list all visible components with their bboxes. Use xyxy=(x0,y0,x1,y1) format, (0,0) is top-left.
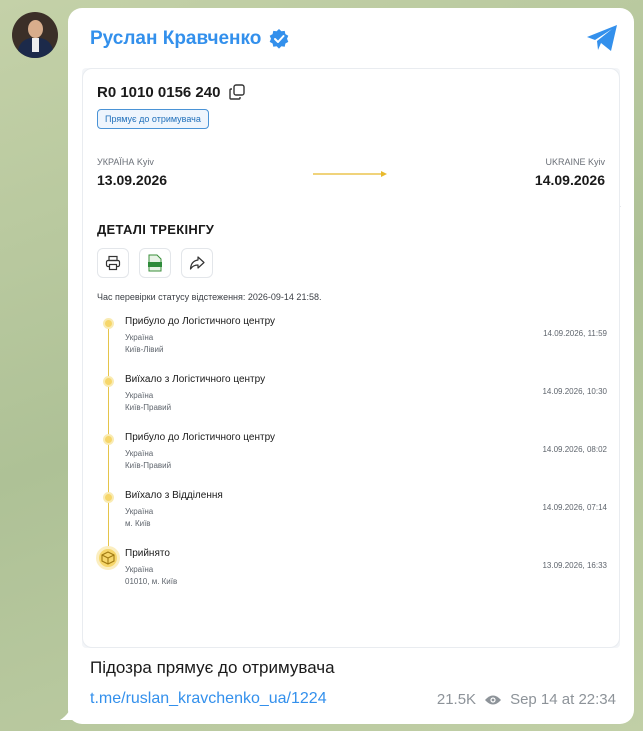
timeline-dot xyxy=(103,434,114,445)
event-country: Україна xyxy=(125,449,154,458)
timeline-dot xyxy=(103,318,114,329)
telegram-share-icon[interactable] xyxy=(586,24,618,52)
timeline-event: Виїхало з Логістичного центру Україна Ки… xyxy=(83,369,621,427)
event-country: Україна xyxy=(125,391,154,400)
event-status: Виїхало з Відділення xyxy=(125,490,223,501)
csv-file-icon xyxy=(148,254,162,272)
timeline-event: Прийнято Україна 01010, м. Київ 13.09.20… xyxy=(83,543,621,601)
timeline-event: Прибуло до Логістичного центру Україна К… xyxy=(83,311,621,369)
event-time: 14.09.2026, 10:30 xyxy=(542,387,607,396)
origin-country: УКРАЇНА Kyiv xyxy=(97,157,154,167)
eye-icon xyxy=(485,695,502,704)
post-link[interactable]: t.me/ruslan_kravchenko_ua/1224 xyxy=(90,690,327,708)
author-avatar[interactable] xyxy=(12,12,58,58)
event-country: Україна xyxy=(125,333,154,342)
event-status: Прийнято xyxy=(125,548,170,559)
event-time: 13.09.2026, 16:33 xyxy=(542,561,607,570)
event-status: Виїхало з Логістичного центру xyxy=(125,374,266,385)
destination-country: UKRAINE Kyiv xyxy=(545,157,605,167)
status-badge: Прямує до отримувача xyxy=(97,109,209,129)
tracking-details-panel: ДЕТАЛІ ТРЕКІНГУ Час перевірки статусу ві… xyxy=(82,206,620,648)
post-date: Sep 14 at 22:34 xyxy=(510,691,616,708)
print-button[interactable] xyxy=(97,248,129,278)
event-status: Прибуло до Логістичного центру xyxy=(125,316,276,327)
event-country: Україна xyxy=(125,507,154,516)
event-country: Україна xyxy=(125,565,154,574)
csv-export-button[interactable] xyxy=(139,248,171,278)
event-city: Київ-Правий xyxy=(125,461,172,470)
event-city: 01010, м. Київ xyxy=(125,577,178,586)
author-name[interactable]: Руслан Кравченко xyxy=(90,28,261,50)
share-arrow-icon xyxy=(189,256,205,270)
post-meta: 21.5K Sep 14 at 22:34 xyxy=(437,691,616,708)
tracking-widget: R0 1010 0156 240 Прямує до отримувача УК… xyxy=(82,68,621,648)
details-title: ДЕТАЛІ ТРЕКІНГУ xyxy=(97,222,215,237)
timeline-event: Виїхало з Відділення Україна м. Київ 14.… xyxy=(83,485,621,543)
origin-date: 13.09.2026 xyxy=(97,172,168,188)
tracking-number: R0 1010 0156 240 xyxy=(97,83,221,101)
tracking-number-row: R0 1010 0156 240 xyxy=(97,83,246,101)
copy-icon[interactable] xyxy=(228,83,246,101)
message-bubble: Руслан Кравченко R0 1010 0156 240 Прямує… xyxy=(68,8,634,724)
printer-icon xyxy=(105,255,121,271)
tracking-timeline: Прибуло до Логістичного центру Україна К… xyxy=(83,311,621,641)
view-count: 21.5K xyxy=(436,691,477,708)
timeline-event: Прибуло до Логістичного центру Україна К… xyxy=(83,427,621,485)
event-status: Прибуло до Логістичного центру xyxy=(125,432,276,443)
share-button[interactable] xyxy=(181,248,213,278)
event-time: 14.09.2026, 07:14 xyxy=(542,503,607,512)
post-caption: Підозра прямує до отримувача xyxy=(90,658,335,677)
destination-date: 14.09.2026 xyxy=(534,172,605,188)
check-time: Час перевірки статусу відстеження: 2026-… xyxy=(97,292,322,302)
event-city: Київ-Правий xyxy=(125,403,172,412)
event-city: Київ-Лівий xyxy=(125,345,164,354)
event-time: 14.09.2026, 08:02 xyxy=(542,445,607,454)
timeline-dot xyxy=(103,376,114,387)
route-arrow-icon xyxy=(313,171,387,177)
verified-badge-icon xyxy=(270,29,289,49)
event-city: м. Київ xyxy=(125,519,151,528)
timeline-dot xyxy=(103,492,114,503)
event-time: 14.09.2026, 11:59 xyxy=(543,329,607,338)
author-header[interactable]: Руслан Кравченко xyxy=(90,28,289,50)
parcel-icon xyxy=(96,546,120,570)
